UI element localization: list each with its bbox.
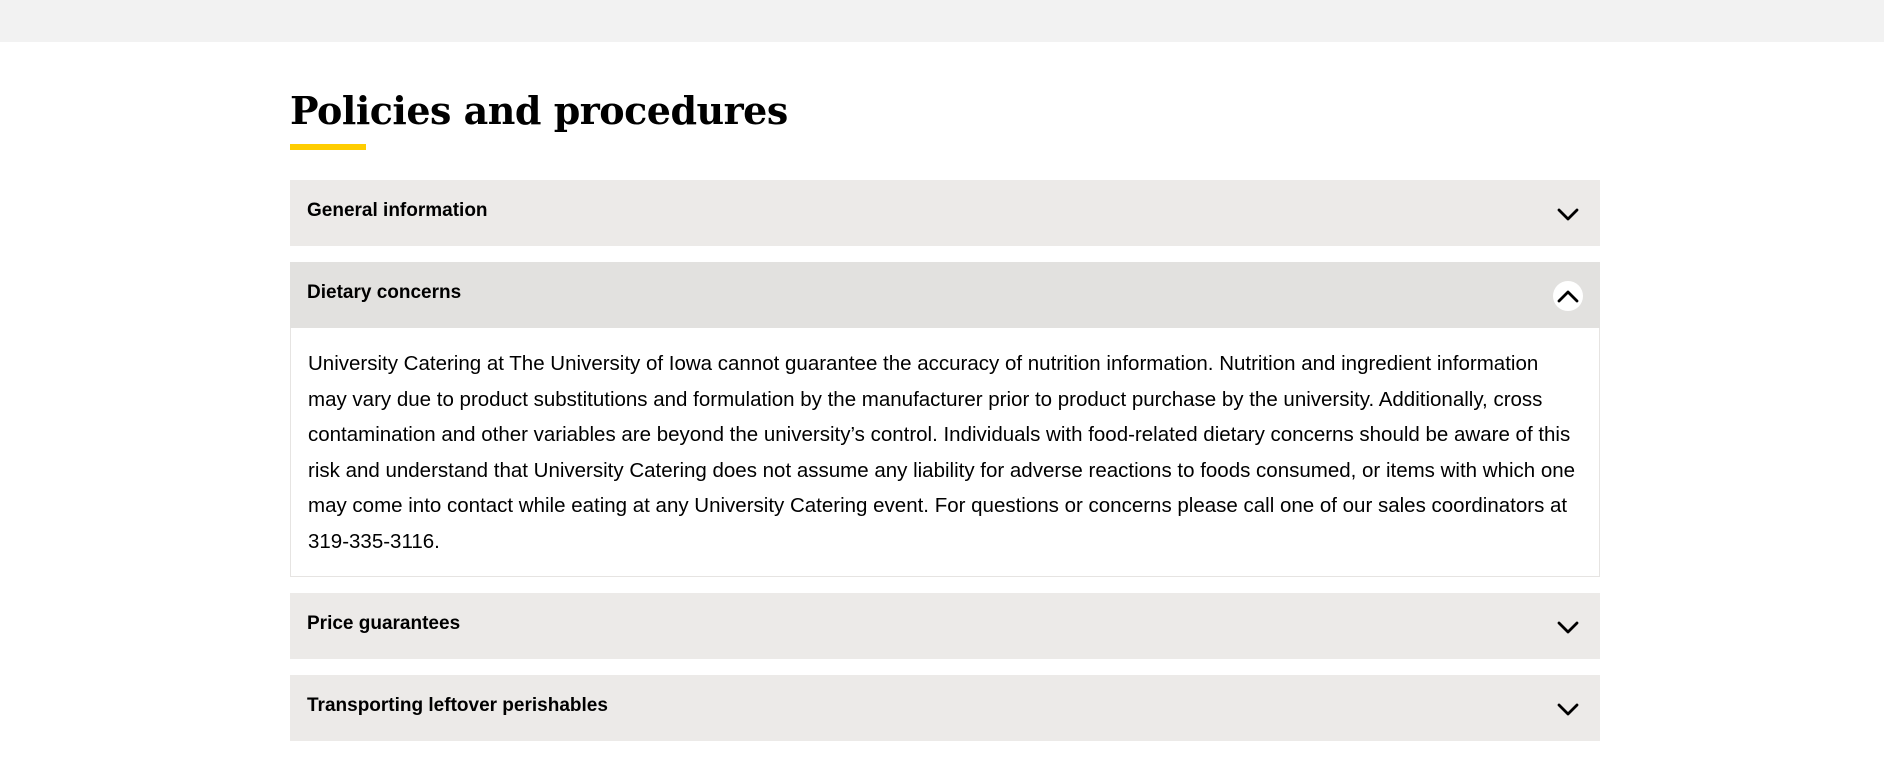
accordion-label: Price guarantees [307, 613, 461, 634]
main-content: Policies and procedures General informat… [290, 86, 1600, 757]
chevron-down-icon[interactable] [1553, 613, 1583, 643]
accordion-panel-dietary-concerns: University Catering at The University of… [290, 328, 1600, 577]
accordion-item-dietary-concerns: Dietary concerns University Catering at … [290, 262, 1600, 577]
chevron-down-icon[interactable] [1553, 200, 1583, 230]
accordion-header-general-information[interactable]: General information [290, 180, 1600, 246]
accordion-header-transporting-leftover-perishables[interactable]: Transporting leftover perishables [290, 675, 1600, 741]
accordion-label: Transporting leftover perishables [307, 695, 608, 716]
chevron-down-icon[interactable] [1553, 695, 1583, 725]
accordion-item-transporting-leftover-perishables: Transporting leftover perishables [290, 675, 1600, 741]
top-bar [0, 0, 1884, 42]
policies-accordion: General information Dietary concerns Uni… [290, 180, 1600, 741]
chevron-up-icon[interactable] [1553, 281, 1583, 311]
accordion-item-general-information: General information [290, 180, 1600, 246]
accordion-label: Dietary concerns [307, 282, 462, 303]
accordion-item-price-guarantees: Price guarantees [290, 593, 1600, 659]
accordion-header-price-guarantees[interactable]: Price guarantees [290, 593, 1600, 659]
page-title: Policies and procedures [290, 88, 788, 133]
title-accent-bar [290, 144, 366, 150]
accordion-label: General information [307, 200, 488, 221]
accordion-header-dietary-concerns[interactable]: Dietary concerns [290, 262, 1600, 328]
